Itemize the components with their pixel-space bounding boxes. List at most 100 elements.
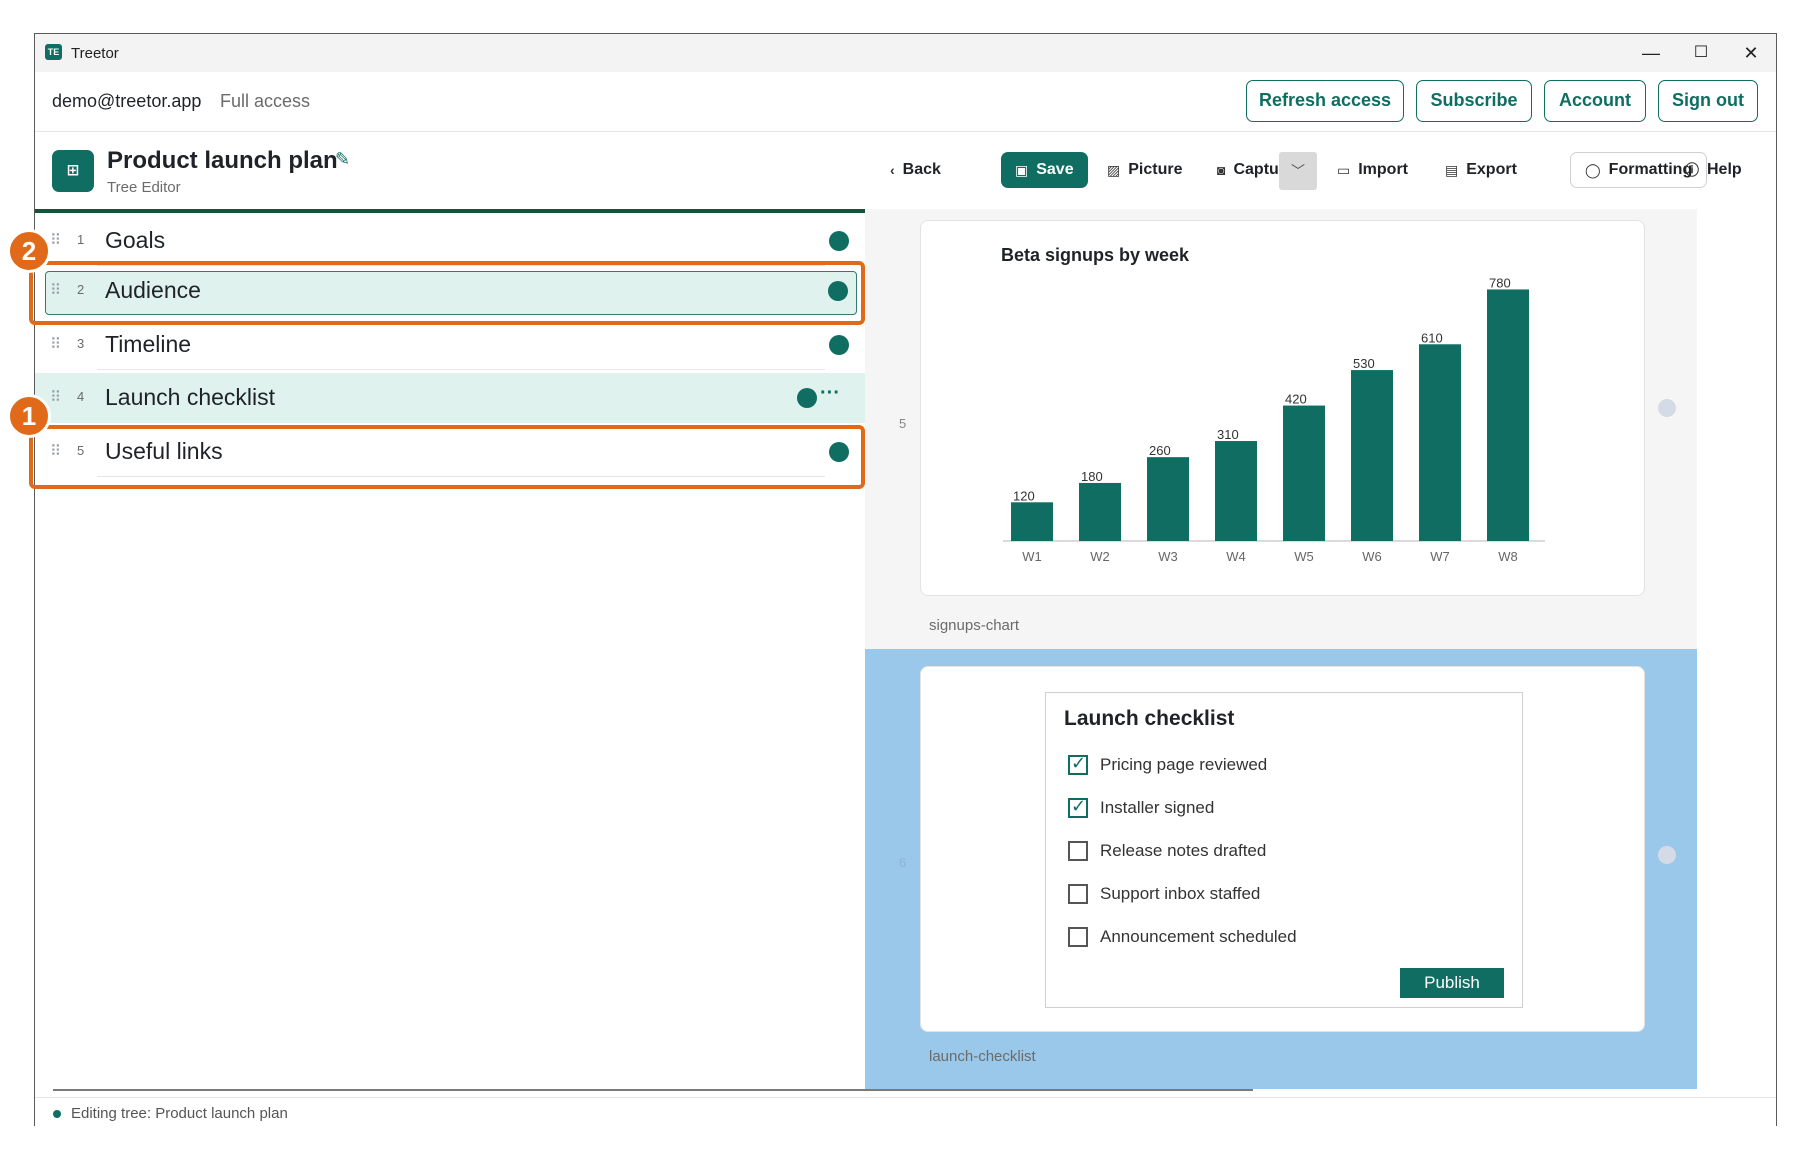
chart-bar xyxy=(1351,370,1393,541)
row-marker: 5 xyxy=(899,416,907,431)
help-button[interactable]: ⓘ Help xyxy=(1685,152,1742,188)
status-dot-icon[interactable] xyxy=(797,388,817,408)
preview-panel: 5 Beta signups by week 120 W1 180 W2 260 W3 31… xyxy=(865,209,1697,1089)
publish-button[interactable]: Publish xyxy=(1400,968,1504,998)
app-logo-icon: TE xyxy=(45,44,62,60)
back-button[interactable]: ‹ Back xyxy=(890,152,941,188)
checklist-item-label: Release notes drafted xyxy=(1100,841,1267,860)
horizontal-scrollbar[interactable] xyxy=(53,1089,1253,1091)
minimize-button[interactable]: — xyxy=(1628,38,1674,68)
checklist-item-label: Support inbox staffed xyxy=(1100,884,1261,903)
app-window: TE Treetor — ☐ ✕ demo@treetor.app Full a… xyxy=(7,33,1777,1127)
checklist-item[interactable]: Installer signed xyxy=(1068,796,1214,820)
editor-header: ⊞ Product launch plan ✎ Tree Editor ‹ Ba… xyxy=(35,133,1776,209)
callout-highlight-1 xyxy=(29,425,865,489)
x-tick-label: W1 xyxy=(1022,549,1042,564)
checkbox-unchecked[interactable] xyxy=(1068,927,1088,947)
checklist-item-label: Pricing page reviewed xyxy=(1100,755,1268,774)
callout-highlight-2 xyxy=(29,261,865,325)
x-tick-label: W6 xyxy=(1362,549,1382,564)
checklist-item[interactable]: Support inbox staffed xyxy=(1068,882,1260,906)
checklist-item[interactable]: Pricing page reviewed xyxy=(1068,753,1267,777)
row-divider xyxy=(97,369,825,370)
camera-icon: ◙ xyxy=(1217,162,1226,178)
status-dot-icon[interactable] xyxy=(829,335,849,355)
checkbox-unchecked[interactable] xyxy=(1068,884,1088,904)
checkbox-unchecked[interactable] xyxy=(1068,841,1088,861)
account-button[interactable]: Account xyxy=(1544,80,1646,122)
row-label: Timeline xyxy=(105,331,192,357)
card-caption: signups-chart xyxy=(929,617,1020,634)
close-button[interactable]: ✕ xyxy=(1728,38,1774,68)
chart-bar xyxy=(1283,405,1325,541)
maximize-button[interactable]: ☐ xyxy=(1678,38,1724,68)
bar-value-label: 260 xyxy=(1149,443,1171,458)
chart-card[interactable]: Beta signups by week 120 W1 180 W2 260 W3 310 W… xyxy=(920,220,1645,596)
bar-value-label: 120 xyxy=(1013,488,1035,503)
x-tick-label: W2 xyxy=(1090,549,1110,564)
picture-button[interactable]: ▨ Picture xyxy=(1107,152,1182,188)
account-bar: demo@treetor.app Full access Refresh acc… xyxy=(35,72,1776,132)
sign-out-button[interactable]: Sign out xyxy=(1658,80,1758,122)
checklist-item-label: Announcement scheduled xyxy=(1100,927,1297,946)
checklist-item[interactable]: Release notes drafted xyxy=(1068,839,1266,863)
chart-bar xyxy=(1487,289,1529,541)
checkbox-checked[interactable] xyxy=(1068,753,1088,775)
tree-row[interactable]: ⠿ 1 Goals xyxy=(35,216,865,266)
callout-badge-2: 2 xyxy=(7,229,51,273)
picture-label: Picture xyxy=(1128,161,1183,178)
tree-row-hovered[interactable]: ⠿ 4 Launch checklist ··· xyxy=(35,373,865,423)
title-bar: TE Treetor — ☐ ✕ xyxy=(35,34,1776,72)
tree-doc-icon: ⊞ xyxy=(52,150,94,192)
checklist-title: Launch checklist xyxy=(1064,707,1235,730)
x-tick-label: W4 xyxy=(1226,549,1246,564)
access-level: Full access xyxy=(220,91,311,111)
status-text: Editing tree: Product launch plan xyxy=(71,1105,288,1122)
export-label: Export xyxy=(1466,161,1517,178)
row-marker: 6 xyxy=(899,855,907,870)
subscribe-button[interactable]: Subscribe xyxy=(1416,80,1532,122)
app-title: Treetor xyxy=(71,45,119,62)
checklist-item-label: Installer signed xyxy=(1100,798,1215,817)
x-tick-label: W5 xyxy=(1294,549,1314,564)
chart-bar xyxy=(1215,441,1257,541)
checkbox-checked[interactable] xyxy=(1068,796,1088,818)
image-icon: ▨ xyxy=(1107,162,1121,178)
capture-dropdown-button[interactable]: ﹀ xyxy=(1279,152,1317,190)
status-dot-icon[interactable] xyxy=(829,231,849,251)
drag-handle-icon[interactable]: ⠿ xyxy=(50,335,61,353)
refresh-access-button[interactable]: Refresh access xyxy=(1246,80,1404,122)
drag-handle-icon[interactable]: ⠿ xyxy=(50,231,61,249)
checklist-card[interactable]: Launch checklist Pricing page reviewed I… xyxy=(920,666,1645,1032)
chevron-left-icon: ‹ xyxy=(890,162,895,178)
chart-bar xyxy=(1011,502,1053,541)
chart-bar xyxy=(1147,457,1189,541)
x-tick-label: W7 xyxy=(1430,549,1450,564)
drag-dot-icon[interactable] xyxy=(1658,399,1676,417)
tree-progress-line xyxy=(35,209,865,213)
tree-row[interactable]: ⠿ 3 Timeline xyxy=(35,320,865,370)
import-label: Import xyxy=(1358,161,1409,178)
import-button[interactable]: ▭ Import xyxy=(1337,152,1408,188)
checklist-item[interactable]: Announcement scheduled xyxy=(1068,925,1297,949)
checklist-widget: Launch checklist Pricing page reviewed I… xyxy=(1045,692,1523,1008)
chart-bar xyxy=(1419,344,1461,541)
folder-icon: ▭ xyxy=(1337,162,1351,178)
more-options-icon[interactable]: ··· xyxy=(820,382,840,405)
chart-title: Beta signups by week xyxy=(1001,245,1190,265)
drag-dot-icon[interactable] xyxy=(1658,846,1676,864)
drag-handle-icon[interactable]: ⠿ xyxy=(50,388,61,406)
pencil-icon[interactable]: ✎ xyxy=(335,149,350,170)
card-caption: launch-checklist xyxy=(929,1048,1036,1065)
x-tick-label: W3 xyxy=(1158,549,1178,564)
export-button[interactable]: ▤ Export xyxy=(1445,152,1517,188)
help-label: Help xyxy=(1707,161,1742,178)
row-label: Launch checklist xyxy=(105,384,276,410)
row-number: 1 xyxy=(77,232,85,247)
save-label: Save xyxy=(1036,161,1074,178)
row-number: 4 xyxy=(77,389,85,404)
chart-bar xyxy=(1079,482,1121,541)
save-button[interactable]: ▣ Save xyxy=(1001,152,1088,188)
bar-chart: Beta signups by week 120 W1 180 W2 260 W3 310 W… xyxy=(1001,245,1545,564)
status-bar: Editing tree: Product launch plan xyxy=(35,1097,1776,1127)
